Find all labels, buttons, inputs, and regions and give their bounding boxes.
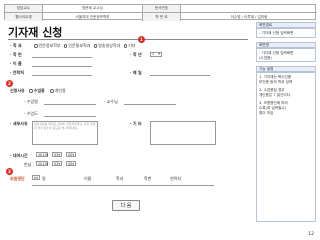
rental-label: · 대여시간 [10,153,28,158]
dept-option-2: 인문통보학과 [68,43,91,48]
col-dept: 학과 [116,176,124,181]
student-no-input[interactable] [32,57,92,58]
return-year-value: 2013 [38,161,47,166]
dept-option-1: 인문정보학부 [38,43,61,48]
usage-options: 수업용 개인용 [29,88,66,93]
annotation-badge-2: 2 [6,80,13,87]
col-id: 학번 [144,176,152,181]
class-label: - 수업도 [24,111,38,116]
chevron-down-icon: ▾ [58,161,61,166]
return-label: 반납 [24,162,32,167]
professor-input[interactable] [124,104,176,105]
annotation-badge-3: 3 [6,168,13,175]
coapplicant-label: 조원명단 [10,176,25,181]
dept-option-3: 방송영상학과 [98,43,121,48]
dept-radio-1[interactable] [34,44,38,48]
return-day-select[interactable]: 00 ▾ [66,161,76,166]
dept-radio-2[interactable] [63,44,68,48]
grade-value: 1 [152,52,155,56]
course-input[interactable] [44,104,96,105]
feature-item-2: 2. 수업용일 경우 개인용은 7 일간이다. [259,87,292,97]
course-label: - 수업명 [24,99,38,104]
description-panel: 화면경로 - 기자재 신청 입력화면 화면명 - 기자재 신청 입력화면 (수업… [256,22,316,226]
dept-radio-4[interactable] [123,44,128,48]
chevron-down-icon: ▾ [72,161,75,166]
rental-year-select[interactable]: 2013 ▾ [36,152,48,157]
coapplicant-unit: 명 [42,176,46,181]
student-id-value: 이수명 / 이루재 / 김미랑 [230,14,268,19]
usage-label: 신청사유 [10,88,25,93]
class-input[interactable] [44,116,96,117]
feature-list: 1. 기자재는 복수인증 부인증 등의 학과 입력 2. 수업용일 경우 개인용… [256,72,316,222]
rental-year-value: 2013 [38,152,47,157]
student-no-label: · 학 번 [10,52,22,57]
col-name: 이름 [84,176,92,181]
email-input[interactable] [150,75,210,76]
coapplicant-row-line [32,185,214,186]
name-label: · 이 름 [10,61,22,66]
owner-label: 담당교수 [5,5,43,13]
owner-value: 정문제 교수님 [43,5,143,13]
next-button[interactable]: 다 음 [112,200,140,211]
reason-label: · 세부사유 [10,121,28,126]
dept-option-4: 기타 [128,43,136,48]
page-number: 12 [308,232,314,237]
dept-label: · 학 과 [10,43,22,48]
usage-option-class: 수업용 [33,88,45,93]
usage-option-personal: 개인용 [54,88,66,93]
etc-label: · 기 타 [130,121,142,126]
page-title: 기자재 신청 [8,26,63,39]
professor-label: - 교수님 [104,99,118,104]
return-month-select[interactable]: 03 ▾ [52,161,62,166]
name-input[interactable] [32,66,92,67]
screen-path-text: - 기자재 신청 입력화면 [256,28,316,38]
col-phone: 연락처 [170,176,182,181]
rental-month-select[interactable]: 03 ▾ [52,152,62,157]
grade-select[interactable]: 1 ▾ [150,51,162,57]
feature-item-1: 1. 기자재는 복수인증 부인증 등의 학과 입력 [259,74,293,84]
etc-textarea[interactable] [150,121,216,145]
chevron-down-icon: ▾ [46,161,49,166]
annotation-badge-1: 1 [138,36,145,43]
chevron-down-icon: ▾ [158,52,160,56]
student-id-label: 학 번 외 [143,13,181,21]
form-area: 기자재 신청 1 · 학 과 인문정보학부 인문통보학과 방송영상학과 기타 ·… [4,22,254,226]
reason-textarea[interactable]: 세부사유를 최대한 상세히 입력해주세요. 사진 촬영의 경우 장소와 용도를 … [32,121,98,145]
title-divider [8,39,248,40]
header-table: 담당교수 정문제 교수님 문서번호 웹사이트명 서울여대 인문정보학부 학 번 … [4,4,317,21]
screen-name-text: - 기자재 신청 입력화면 (수업용) [256,48,316,62]
coapplicant-count-select[interactable]: 0 ▾ [32,175,40,180]
chevron-down-icon: ▾ [72,152,75,157]
chevron-down-icon: ▾ [36,175,38,180]
app-label: 웹사이트명 [5,13,43,21]
doc-label: 문서번호 [143,5,181,13]
phone-input[interactable] [32,75,92,76]
grade-label: · 학 년 [130,52,142,57]
dept-radio-3[interactable] [93,44,98,48]
feature-item-3: 3. 조원명단에 따라 수록(최 입력필수) 명이 조입 [259,100,288,115]
return-year-select[interactable]: 2013 ▾ [36,161,48,166]
chevron-down-icon: ▾ [58,152,61,157]
usage-radio-class[interactable] [29,89,33,93]
phone-label: · 연락처 [10,70,24,75]
usage-radio-personal[interactable] [50,89,54,93]
chevron-down-icon: ▾ [46,152,49,157]
doc-value [181,5,317,13]
dept-options: 인문정보학부 인문통보학과 방송영상학과 기타 [34,43,136,49]
app-value: 서울여대 인문정보학부 [43,13,143,21]
usage-section: 신청사유 수업용 개인용 [10,88,66,94]
rental-day-select[interactable]: 00 ▾ [66,152,76,157]
email-label: · 메 일 [130,70,142,75]
